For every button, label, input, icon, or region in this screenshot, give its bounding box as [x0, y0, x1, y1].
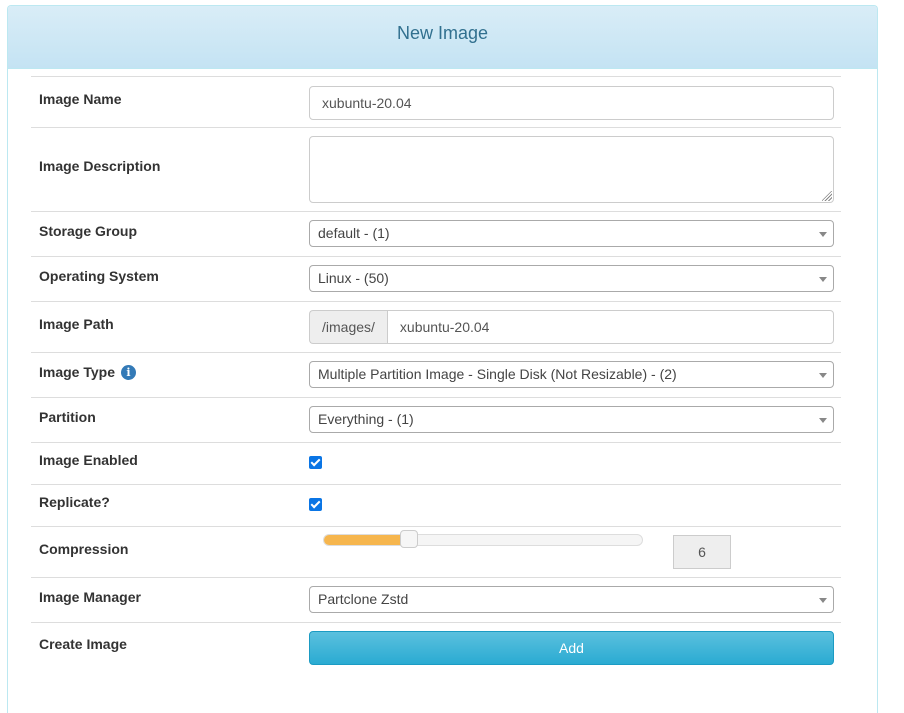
row-image-manager: Image Manager Partclone Zstd	[31, 577, 841, 622]
image-name-label: Image Name	[39, 91, 122, 107]
image-enabled-checkbox[interactable]	[309, 456, 322, 469]
image-path-prefix: /images/	[309, 310, 387, 344]
new-image-form: Image Name xubuntu-20.04 Image Descripti…	[31, 76, 841, 672]
row-compression: Compression 6	[31, 526, 841, 577]
row-image-name: Image Name xubuntu-20.04	[31, 76, 841, 127]
compression-slider-handle[interactable]	[400, 530, 419, 548]
panel-heading: New Image	[8, 6, 877, 69]
operating-system-selected: Linux - (50)	[318, 270, 389, 286]
row-replicate: Replicate?	[31, 484, 841, 526]
image-manager-selected: Partclone Zstd	[318, 591, 409, 607]
replicate-label: Replicate?	[39, 494, 110, 510]
chevron-down-icon	[819, 232, 827, 237]
storage-group-select[interactable]: default - (1)	[309, 220, 834, 247]
create-image-label: Create Image	[39, 636, 127, 652]
storage-group-label: Storage Group	[39, 223, 138, 239]
image-manager-label: Image Manager	[39, 589, 141, 605]
image-path-label: Image Path	[39, 316, 114, 332]
storage-group-selected: default - (1)	[318, 225, 390, 241]
compression-value: 6	[673, 535, 731, 569]
partition-select[interactable]: Everything - (1)	[309, 406, 834, 433]
image-name-input[interactable]: xubuntu-20.04	[309, 86, 834, 120]
operating-system-select[interactable]: Linux - (50)	[309, 265, 834, 292]
image-path-input[interactable]: xubuntu-20.04	[386, 310, 834, 344]
panel-title: New Image	[396, 22, 489, 43]
image-enabled-label: Image Enabled	[39, 452, 138, 468]
row-image-path: Image Path /images/ xubuntu-20.04	[31, 301, 841, 352]
row-operating-system: Operating System Linux - (50)	[31, 256, 841, 301]
info-circle-icon[interactable]: i	[121, 365, 136, 380]
image-type-select[interactable]: Multiple Partition Image - Single Disk (…	[309, 361, 834, 388]
row-image-enabled: Image Enabled	[31, 442, 841, 484]
chevron-down-icon	[819, 598, 827, 603]
image-description-label: Image Description	[39, 158, 161, 174]
compression-slider-fill	[324, 535, 410, 545]
image-path-group: /images/ xubuntu-20.04	[309, 310, 834, 344]
compression-slider-track[interactable]	[323, 534, 643, 546]
compression-control: 6	[309, 527, 834, 577]
row-storage-group: Storage Group default - (1)	[31, 211, 841, 256]
chevron-down-icon	[819, 277, 827, 282]
image-type-label-wrap: Image Type i	[39, 364, 136, 380]
row-partition: Partition Everything - (1)	[31, 397, 841, 442]
image-manager-select[interactable]: Partclone Zstd	[309, 586, 834, 613]
row-image-description: Image Description	[31, 127, 841, 211]
chevron-down-icon	[819, 418, 827, 423]
add-button[interactable]: Add	[309, 631, 834, 665]
operating-system-label: Operating System	[39, 268, 159, 284]
resize-grip-icon[interactable]	[822, 191, 832, 201]
partition-selected: Everything - (1)	[318, 411, 414, 427]
row-create-image: Create Image Add	[31, 622, 841, 672]
image-type-selected: Multiple Partition Image - Single Disk (…	[318, 366, 677, 382]
row-image-type: Image Type i Multiple Partition Image - S…	[31, 352, 841, 397]
image-description-textarea[interactable]	[309, 136, 834, 203]
image-type-label: Image Type	[39, 364, 115, 380]
compression-label: Compression	[39, 541, 129, 557]
partition-label: Partition	[39, 409, 96, 425]
chevron-down-icon	[819, 373, 827, 378]
replicate-checkbox[interactable]	[309, 498, 322, 511]
